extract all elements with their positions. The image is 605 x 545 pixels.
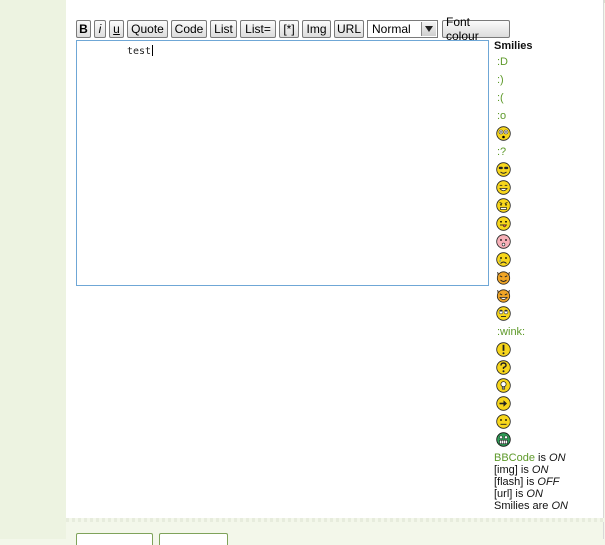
url-button[interactable]: URL (334, 19, 364, 38)
message-text: test (127, 45, 154, 57)
cool-smiley-icon[interactable] (496, 162, 511, 177)
bbcode-help-link[interactable]: BBCode (494, 452, 535, 464)
evil-smiley-icon[interactable] (496, 270, 511, 285)
url-status: [url] is ON (494, 488, 543, 500)
laughing-smiley-icon[interactable] (496, 180, 511, 195)
smiley-wink[interactable]: :wink: (497, 326, 525, 338)
message-textarea[interactable]: test (76, 40, 489, 286)
right-border (603, 0, 604, 539)
smilies-status: Smilies are ON (494, 500, 568, 512)
bbcode-toolbar: B i u Quote Code List List= [*] Img URL … (76, 15, 513, 43)
smiley-sad[interactable]: :( (497, 92, 504, 104)
smiley-confused[interactable]: :? (497, 146, 506, 158)
ordered-list-button[interactable]: List= (240, 19, 276, 38)
preview-button[interactable] (76, 533, 153, 545)
smiley-biggrin[interactable]: :D (497, 56, 508, 68)
shocked-smiley-icon[interactable] (496, 126, 511, 141)
left-margin (0, 0, 66, 539)
img-status: [img] is ON (494, 464, 549, 476)
rolleyes-smiley-icon[interactable] (496, 306, 511, 321)
italic-button[interactable]: i (94, 19, 106, 38)
font-size-select[interactable]: Normal (367, 19, 438, 38)
bottom-separator (66, 518, 605, 522)
list-item-button[interactable]: [*] (279, 19, 299, 38)
twisted-smiley-icon[interactable] (496, 288, 511, 303)
tongue-smiley-icon[interactable] (496, 216, 511, 231)
idea-icon[interactable] (496, 378, 511, 393)
submit-button[interactable] (159, 533, 228, 545)
mrgreen-smiley-icon[interactable] (496, 432, 511, 447)
list-button[interactable]: List (210, 19, 237, 38)
posting-status: BBCode is ON [img] is ON [flash] is OFF … (494, 452, 568, 512)
exclaim-icon[interactable] (496, 342, 511, 357)
smiley-smile[interactable]: :) (497, 74, 504, 86)
embarrassed-smiley-icon[interactable] (496, 234, 511, 249)
smilies-title: Smilies (494, 40, 533, 52)
font-size-value: Normal (372, 21, 411, 36)
underline-button[interactable]: u (109, 19, 124, 38)
flash-status: [flash] is OFF (494, 476, 560, 488)
quote-button[interactable]: Quote (127, 19, 168, 38)
arrow-icon[interactable] (496, 396, 511, 411)
neutral-smiley-icon[interactable] (496, 414, 511, 429)
chevron-down-icon (421, 21, 436, 36)
img-button[interactable]: Img (302, 19, 331, 38)
mad-smiley-icon[interactable] (496, 198, 511, 213)
bold-button[interactable]: B (76, 19, 91, 38)
crying-smiley-icon[interactable] (496, 252, 511, 267)
text-caret (152, 45, 154, 56)
bbcode-status: BBCode is ON (494, 452, 566, 464)
code-button[interactable]: Code (171, 19, 207, 38)
smiley-surprised[interactable]: :o (497, 110, 506, 122)
font-colour-button[interactable]: Font colour (442, 15, 510, 43)
question-icon[interactable] (496, 360, 511, 375)
